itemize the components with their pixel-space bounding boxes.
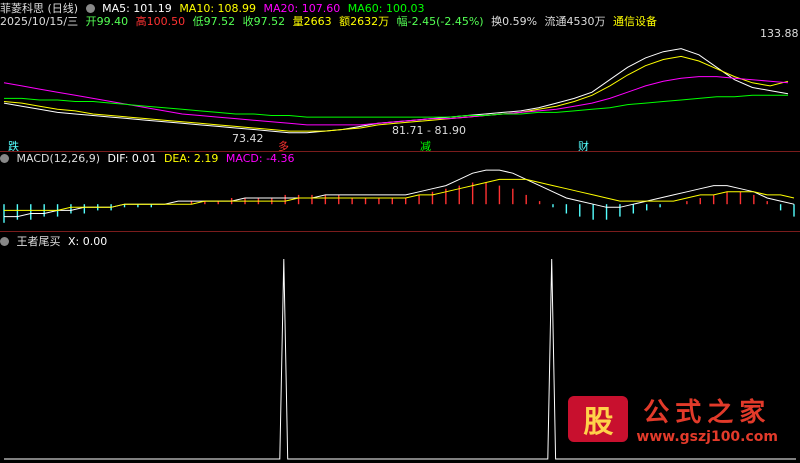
watermark-logo: 股 (568, 395, 629, 442)
dif-label: DIF: 0.01 (107, 152, 157, 165)
watermark-url: www.gszj100.com (636, 429, 778, 445)
collapse-icon[interactable] (0, 154, 9, 163)
ma-line-ma60 (4, 94, 788, 118)
ma-line-ma5 (3, 48, 789, 134)
dif-line (4, 169, 795, 218)
macd-label: MACD: -4.36 (225, 152, 295, 165)
dea-label: DEA: 2.19 (163, 152, 219, 165)
panel-separator (0, 231, 800, 232)
high-label: 133.88 (760, 27, 799, 40)
range-label: 81.71 - 81.90 (392, 124, 466, 137)
macd-header: MACD(12,26,9) DIF: 0.01 DEA: 2.19 MACD: … (0, 152, 299, 165)
watermark: 股 公式之家 www.gszj100.com (568, 392, 778, 445)
watermark-name: 公式之家 (643, 398, 772, 428)
collapse-icon[interactable] (85, 4, 95, 13)
ma-line-ma10 (3, 55, 789, 132)
macd-title: MACD(12,26,9) (16, 152, 101, 165)
low-label: 73.42 (232, 132, 264, 145)
macd-chart[interactable] (0, 165, 800, 231)
